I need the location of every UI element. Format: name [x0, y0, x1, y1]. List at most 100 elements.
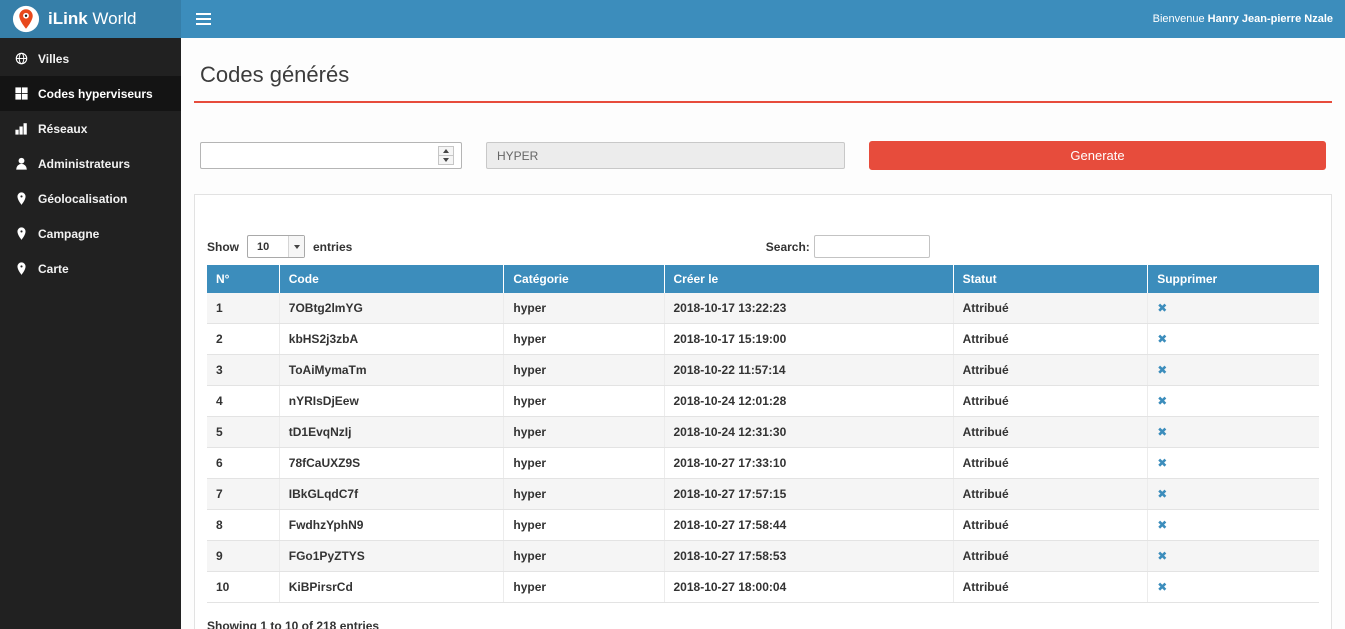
sidebar-item-codes-hyperviseurs[interactable]: Codes hyperviseurs — [0, 76, 181, 111]
map-pin-icon — [14, 227, 28, 241]
page-length-control: Show 10 entries — [207, 235, 352, 258]
delete-icon[interactable]: ✖ — [1157, 456, 1167, 470]
page-title: Codes générés — [200, 62, 1326, 88]
stepper-down-icon[interactable] — [439, 156, 453, 164]
app-title: iLink World — [48, 9, 136, 29]
column-header-statut[interactable]: Statut — [953, 265, 1148, 293]
column-header-numero[interactable]: N° — [207, 265, 279, 293]
delete-icon[interactable]: ✖ — [1157, 549, 1167, 563]
column-header-categorie[interactable]: Catégorie — [504, 265, 664, 293]
cell-creer-le: 2018-10-17 15:19:00 — [664, 324, 953, 355]
delete-icon[interactable]: ✖ — [1157, 301, 1167, 315]
table-row: 4 nYRIsDjEew hyper 2018-10-24 12:01:28 A… — [207, 386, 1319, 417]
delete-icon[interactable]: ✖ — [1157, 580, 1167, 594]
cell-supprimer: ✖ — [1148, 324, 1319, 355]
category-field[interactable] — [486, 142, 845, 169]
cell-categorie: hyper — [504, 541, 664, 572]
delete-icon[interactable]: ✖ — [1157, 425, 1167, 439]
sidebar-item-label: Administrateurs — [38, 157, 130, 171]
cell-code: FGo1PyZTYS — [279, 541, 504, 572]
column-header-creer-le[interactable]: Créer le — [664, 265, 953, 293]
cell-categorie: hyper — [504, 572, 664, 603]
table-row: 3 ToAiMymaTm hyper 2018-10-22 11:57:14 A… — [207, 355, 1319, 386]
cell-statut: Attribué — [953, 541, 1148, 572]
table-row: 1 7OBtg2lmYG hyper 2018-10-17 13:22:23 A… — [207, 293, 1319, 324]
cell-creer-le: 2018-10-27 17:58:44 — [664, 510, 953, 541]
cell-categorie: hyper — [504, 386, 664, 417]
cell-code: FwdhzYphN9 — [279, 510, 504, 541]
delete-icon[interactable]: ✖ — [1157, 363, 1167, 377]
cell-code: nYRIsDjEew — [279, 386, 504, 417]
cell-supprimer: ✖ — [1148, 572, 1319, 603]
map-pin-icon — [14, 192, 28, 206]
chevron-down-icon — [288, 236, 304, 257]
sidebar-toggle-icon[interactable] — [181, 0, 225, 38]
cell-numero: 6 — [207, 448, 279, 479]
main-content: Codes générés Generate Show 10 entries S… — [181, 38, 1345, 629]
cell-supprimer: ✖ — [1148, 541, 1319, 572]
cell-numero: 7 — [207, 479, 279, 510]
sidebar-item-reseaux[interactable]: Réseaux — [0, 111, 181, 146]
cell-supprimer: ✖ — [1148, 417, 1319, 448]
table-row: 5 tD1EvqNzIj hyper 2018-10-24 12:31:30 A… — [207, 417, 1319, 448]
search-input[interactable] — [814, 235, 930, 258]
cell-statut: Attribué — [953, 293, 1148, 324]
cell-statut: Attribué — [953, 479, 1148, 510]
generate-form: Generate — [200, 141, 1326, 170]
table-controls: Show 10 entries Search: — [207, 235, 1319, 258]
column-header-supprimer[interactable]: Supprimer — [1148, 265, 1319, 293]
cell-statut: Attribué — [953, 510, 1148, 541]
cell-creer-le: 2018-10-24 12:01:28 — [664, 386, 953, 417]
search-label: Search: — [766, 240, 810, 254]
column-header-code[interactable]: Code — [279, 265, 504, 293]
generate-button[interactable]: Generate — [869, 141, 1326, 170]
table-footer: Showing 1 to 10 of 218 entries Previous … — [207, 619, 1319, 629]
show-label: Show — [207, 240, 239, 254]
map-pin-icon — [14, 262, 28, 276]
delete-icon[interactable]: ✖ — [1157, 332, 1167, 346]
quantity-input[interactable] — [200, 142, 462, 169]
cell-numero: 8 — [207, 510, 279, 541]
cell-numero: 1 — [207, 293, 279, 324]
cell-categorie: hyper — [504, 293, 664, 324]
table-row: 7 IBkGLqdC7f hyper 2018-10-27 17:57:15 A… — [207, 479, 1319, 510]
cell-categorie: hyper — [504, 448, 664, 479]
sidebar-item-campagne[interactable]: Campagne — [0, 216, 181, 251]
sidebar-item-geolocalisation[interactable]: Géolocalisation — [0, 181, 181, 216]
quantity-stepper[interactable] — [438, 146, 454, 165]
sidebar-item-label: Villes — [38, 52, 69, 66]
cell-supprimer: ✖ — [1148, 386, 1319, 417]
cell-creer-le: 2018-10-27 18:00:04 — [664, 572, 953, 603]
sidebar-item-label: Réseaux — [38, 122, 87, 136]
sidebar-item-carte[interactable]: Carte — [0, 251, 181, 286]
sidebar-item-villes[interactable]: Villes — [0, 41, 181, 76]
cell-code: IBkGLqdC7f — [279, 479, 504, 510]
sidebar-item-administrateurs[interactable]: Administrateurs — [0, 146, 181, 181]
globe-icon — [14, 52, 28, 66]
welcome-text: Bienvenue Hanry Jean-pierre Nzale — [1153, 13, 1345, 25]
sidebar-item-label: Géolocalisation — [38, 192, 127, 206]
bar-chart-icon — [14, 122, 28, 136]
delete-icon[interactable]: ✖ — [1157, 394, 1167, 408]
cell-numero: 10 — [207, 572, 279, 603]
sidebar-item-label: Campagne — [38, 227, 99, 241]
search-control: Search: — [766, 235, 930, 258]
app-logo-area[interactable]: iLink World — [0, 0, 181, 38]
delete-icon[interactable]: ✖ — [1157, 518, 1167, 532]
topbar: iLink World Bienvenue Hanry Jean-pierre … — [0, 0, 1345, 38]
title-divider — [194, 101, 1332, 103]
delete-icon[interactable]: ✖ — [1157, 487, 1167, 501]
cell-statut: Attribué — [953, 355, 1148, 386]
cell-numero: 2 — [207, 324, 279, 355]
cell-categorie: hyper — [504, 417, 664, 448]
sidebar-item-label: Codes hyperviseurs — [38, 87, 153, 101]
cell-supprimer: ✖ — [1148, 479, 1319, 510]
app-logo-icon — [12, 5, 40, 33]
selected-page-length: 10 — [248, 241, 288, 253]
cell-numero: 9 — [207, 541, 279, 572]
entries-per-page-select[interactable]: 10 — [247, 235, 305, 258]
cell-creer-le: 2018-10-27 17:33:10 — [664, 448, 953, 479]
cell-numero: 3 — [207, 355, 279, 386]
stepper-up-icon[interactable] — [439, 147, 453, 156]
cell-statut: Attribué — [953, 572, 1148, 603]
